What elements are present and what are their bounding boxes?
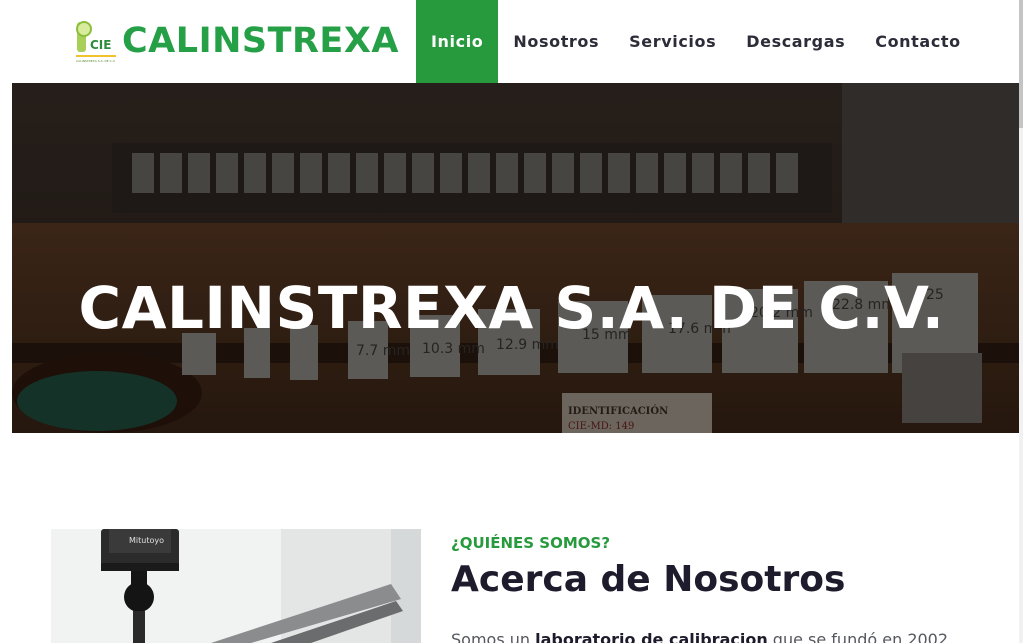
nav-item-nosotros[interactable]: Nosotros	[498, 0, 614, 83]
about-body-pre: Somos un	[451, 630, 536, 643]
brand-logo[interactable]: CIE CALINSTREXA S.A. DE C.V. CALINSTREXA	[74, 18, 399, 64]
hero-banner: 7.7 mm 10.3 mm 12.9 mm 15 mm 17.6 mm 20.…	[12, 83, 1019, 433]
site-header: CIE CALINSTREXA S.A. DE C.V. CALINSTREXA…	[0, 0, 1023, 83]
nav-item-contacto[interactable]: Contacto	[860, 0, 976, 83]
nav-item-inicio[interactable]: Inicio	[416, 0, 499, 83]
about-body: Somos un laboratorio de calibracion que …	[451, 630, 948, 643]
about-kicker: ¿QUIÉNES SOMOS?	[451, 534, 611, 552]
logo-icon: CIE CALINSTREXA S.A. DE C.V.	[74, 19, 118, 63]
hero-background-photo: 7.7 mm 10.3 mm 12.9 mm 15 mm 17.6 mm 20.…	[12, 83, 1019, 433]
about-body-bold: laboratorio de calibracion	[535, 630, 768, 643]
scrollbar-thumb[interactable]	[1019, 0, 1023, 128]
hero-title: CALINSTREXA S.A. DE C.V.	[78, 274, 945, 342]
logo-tagline: CALINSTREXA S.A. DE C.V.	[76, 59, 116, 63]
main-nav: Inicio Nosotros Servicios Descargas Cont…	[416, 0, 976, 83]
mitutoyo-label: Mitutoyo	[129, 536, 164, 545]
about-photo: Mitutoyo	[51, 529, 421, 643]
page-scrollbar[interactable]	[1019, 0, 1023, 643]
brand-name: CALINSTREXA	[122, 20, 399, 61]
nav-item-servicios[interactable]: Servicios	[614, 0, 731, 83]
nav-item-descargas[interactable]: Descargas	[731, 0, 860, 83]
about-body-post: que se fundó en 2002	[767, 630, 949, 643]
about-title: Acerca de Nosotros	[451, 559, 846, 600]
logo-initials: CIE	[90, 38, 111, 52]
